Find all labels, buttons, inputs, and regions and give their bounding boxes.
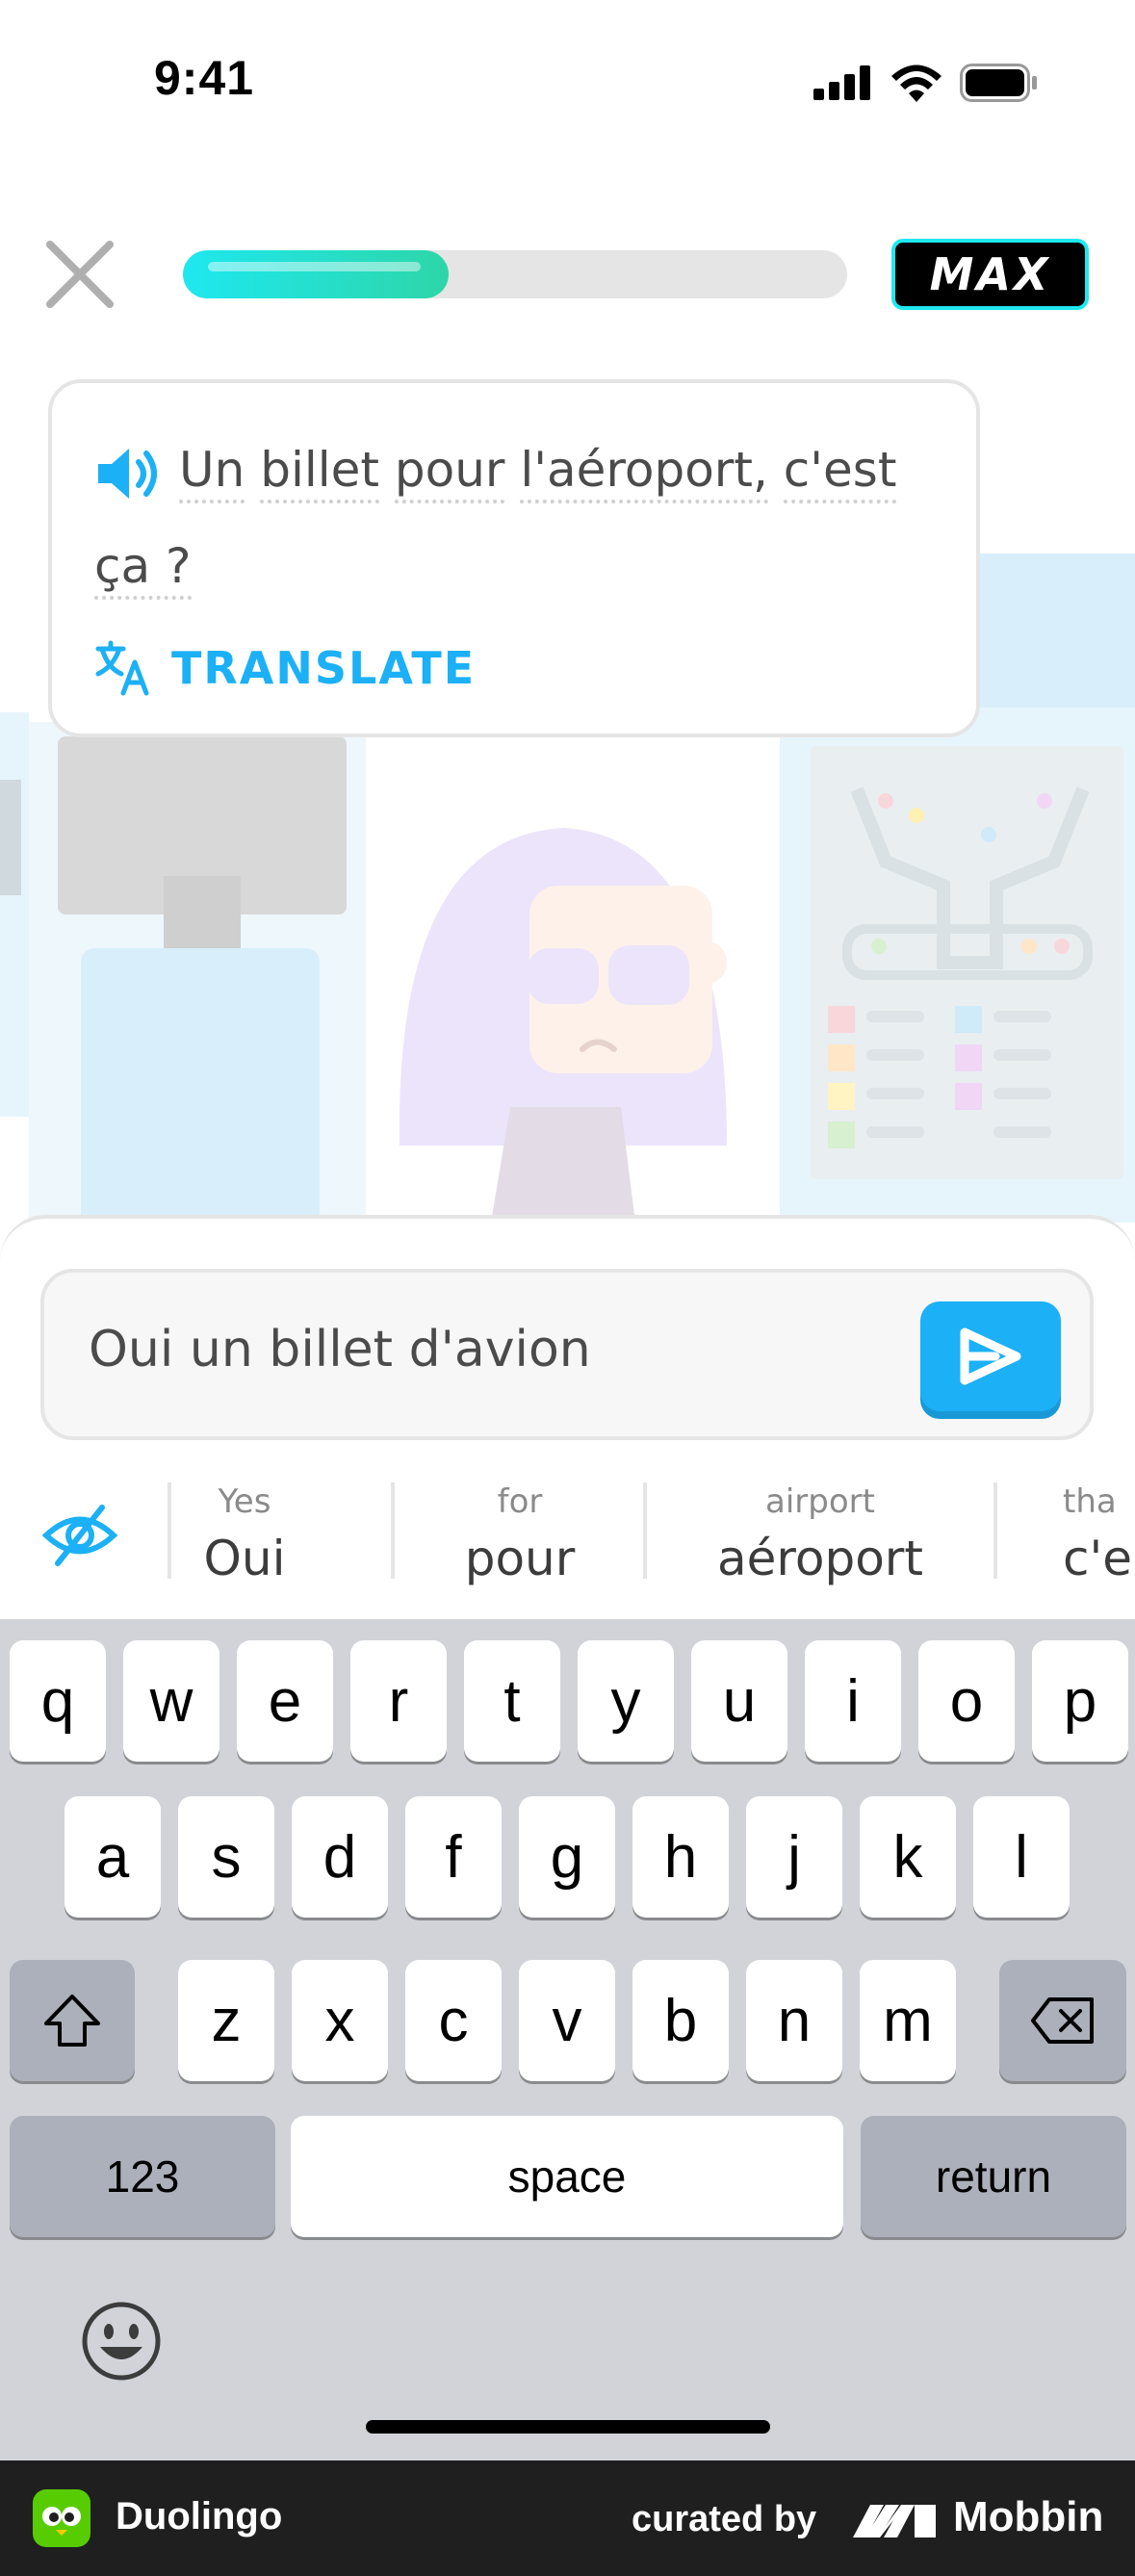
mobbin-logo-icon [853,2505,936,2537]
prompt-word[interactable]: ça ? [94,538,192,600]
hint-word: Oui [203,1531,286,1586]
space-key[interactable]: space [291,2116,843,2237]
prompt-sentence: Un billet pour l'aéroport, c'est ça ? [94,422,961,614]
emoji-icon[interactable] [81,2301,162,2382]
battery-icon [960,64,1037,102]
eye-slash-icon[interactable] [42,1504,117,1567]
speaker-icon[interactable] [94,446,162,502]
key-v[interactable]: v [519,1960,615,2081]
hint-translation: tha [1063,1482,1117,1521]
translate-icon [95,640,149,696]
key-u[interactable]: u [691,1640,787,1762]
hint-divider [391,1482,395,1579]
hint-translation: Yes [218,1482,271,1521]
return-key[interactable]: return [861,2116,1126,2237]
key-h[interactable]: h [632,1796,729,1918]
wifi-icon [891,64,942,102]
key-g[interactable]: g [519,1796,615,1918]
key-k[interactable]: k [860,1796,956,1918]
key-o[interactable]: o [918,1640,1015,1762]
hint-word: aéroport [717,1531,923,1586]
footer-app-name: Duolingo [116,2495,283,2537]
hint-divider [993,1482,997,1579]
key-p[interactable]: p [1032,1640,1128,1762]
footer-curated-by: curated by [632,2499,817,2539]
prompt-word[interactable]: billet [260,442,379,503]
key-e[interactable]: e [237,1640,333,1762]
max-badge-label: MAX [895,243,1085,306]
hint-chip[interactable]: tha c'e [1063,1482,1135,1586]
progress-fill [183,250,449,298]
key-d[interactable]: d [292,1796,388,1918]
key-m[interactable]: m [860,1960,956,2081]
backspace-key[interactable] [999,1960,1126,2081]
key-s[interactable]: s [178,1796,274,1918]
hint-word: c'e [1063,1531,1132,1586]
cellular-signal-icon [813,65,870,100]
translate-label: TRANSLATE [171,642,477,694]
key-n[interactable]: n [746,1960,842,2081]
key-c[interactable]: c [405,1960,502,2081]
progress-shine [208,262,421,271]
backspace-icon [1031,1997,1094,2044]
key-r[interactable]: r [350,1640,447,1762]
prompt-word[interactable]: Un [179,442,245,503]
key-i[interactable]: i [805,1640,901,1762]
key-f[interactable]: f [405,1796,502,1918]
status-time: 9:41 [154,51,255,105]
translate-button[interactable]: TRANSLATE [94,639,476,697]
key-w[interactable]: w [123,1640,219,1762]
word-hints-bar: Yes Oui for pour airport aéroport tha c'… [0,1473,1135,1598]
numbers-key[interactable]: 123 [10,2116,275,2237]
answer-input[interactable]: Oui un billet d'avion [40,1269,1094,1440]
keyboard: qwertyuiop asdfghjkl zxcvbnm 123 space r… [0,1619,1135,2460]
hint-word: pour [464,1531,576,1586]
key-t[interactable]: t [464,1640,560,1762]
close-icon[interactable] [44,239,116,310]
speech-bubble: Un billet pour l'aéroport, c'est ça ? TR… [48,379,980,737]
send-button[interactable] [920,1301,1061,1411]
key-j[interactable]: j [746,1796,842,1918]
home-indicator [366,2420,770,2434]
shift-icon [44,1995,100,2047]
prompt-word[interactable]: l'aéroport, [520,442,768,503]
key-y[interactable]: y [578,1640,674,1762]
prompt-word[interactable]: c'est [783,442,897,503]
hint-translation: airport [765,1482,875,1521]
key-x[interactable]: x [292,1960,388,2081]
duolingo-logo-icon [33,2489,90,2547]
status-bar: 9:41 [0,0,1135,164]
key-l[interactable]: l [973,1796,1070,1918]
send-arrow-icon [960,1327,1021,1385]
max-badge[interactable]: MAX [891,239,1089,310]
key-q[interactable]: q [10,1640,106,1762]
lesson-progress-bar [183,250,847,298]
footer-brand: Mobbin [953,2493,1104,2540]
footer-banner: Duolingo curated by Mobbin [0,2460,1135,2576]
shift-key[interactable] [10,1960,135,2081]
key-b[interactable]: b [632,1960,729,2081]
prompt-word[interactable]: pour [394,442,505,503]
status-icons [813,64,1039,102]
hint-translation: for [497,1482,543,1521]
answer-input-value: Oui un billet d'avion [89,1321,591,1378]
key-z[interactable]: z [178,1960,274,2081]
hint-divider [643,1482,647,1579]
key-a[interactable]: a [64,1796,161,1918]
